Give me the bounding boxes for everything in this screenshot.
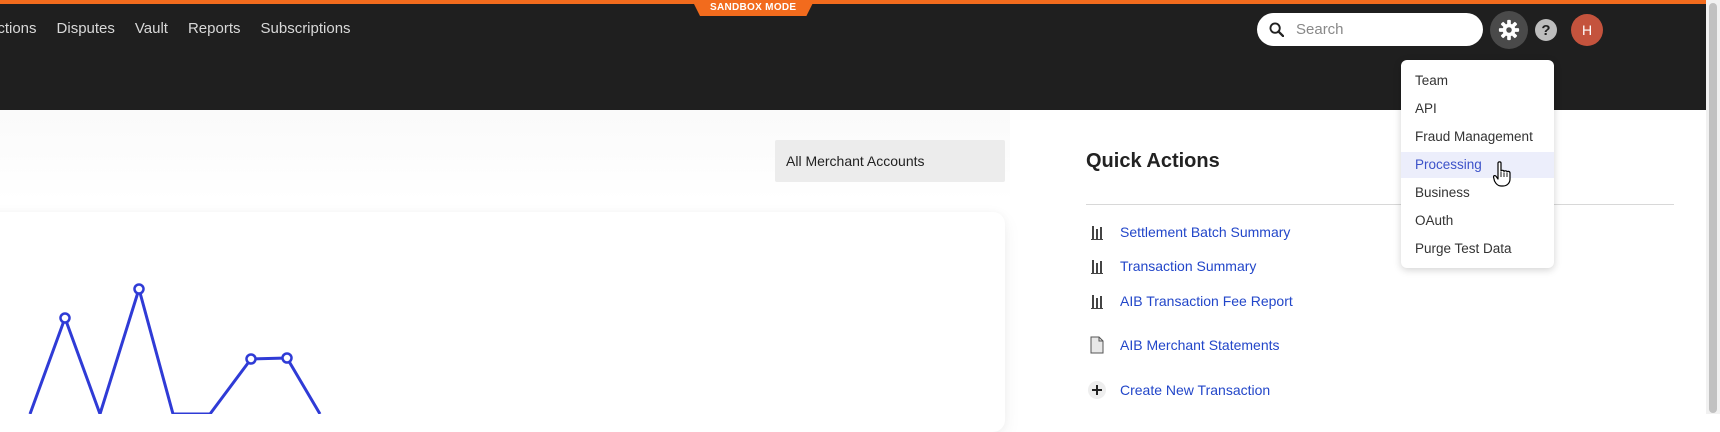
quick-actions-divider [1086,204,1674,205]
quick-action-label: Settlement Batch Summary [1120,224,1291,240]
plus-icon [1086,379,1108,401]
menu-item-oauth[interactable]: OAuth [1401,208,1554,234]
quick-action-label: AIB Transaction Fee Report [1120,293,1293,309]
chart-series-line [28,287,322,414]
document-icon [1086,334,1108,356]
quick-actions-title: Quick Actions [1086,150,1220,172]
quick-action-aib-merchant-statements[interactable]: AIB Merchant Statements [1086,334,1280,356]
chart-point [133,283,145,295]
user-avatar[interactable]: H [1571,14,1603,46]
main-nav: actions Disputes Vault Reports Subscript… [0,20,351,37]
nav-item-subscriptions[interactable]: Subscriptions [261,20,351,37]
chart-point [281,352,293,364]
search-icon [1269,22,1284,37]
vertical-scrollbar[interactable] [1706,0,1720,414]
menu-item-fraud-management[interactable]: Fraud Management [1401,124,1554,150]
quick-action-transaction-summary[interactable]: Transaction Summary [1086,255,1256,277]
report-icon [1086,221,1108,243]
chart-point [245,353,257,365]
menu-item-team[interactable]: Team [1401,68,1554,94]
quick-action-label: Transaction Summary [1120,258,1257,274]
nav-item-vault[interactable]: Vault [135,20,168,37]
transaction-line-chart [28,283,322,414]
quick-action-create-new-transaction[interactable]: Create New Transaction [1086,379,1270,401]
sandbox-accent-stripe [0,0,1706,4]
nav-item-disputes[interactable]: Disputes [57,20,115,37]
search-input[interactable] [1294,20,1468,39]
report-icon [1086,255,1108,277]
menu-item-business[interactable]: Business [1401,180,1554,206]
nav-item-transactions[interactable]: actions [0,20,37,37]
menu-item-api[interactable]: API [1401,96,1554,122]
sandbox-mode-badge: SANDBOX MODE [692,0,814,16]
settings-button[interactable] [1490,11,1528,49]
quick-action-label: Create New Transaction [1120,382,1271,398]
menu-item-processing[interactable]: Processing [1401,152,1554,178]
scrollbar-thumb[interactable] [1709,3,1717,413]
chart-point [59,312,71,324]
report-icon [1086,290,1108,312]
search-box[interactable] [1257,13,1483,46]
gear-icon [1498,19,1520,41]
quick-action-settlement-batch-summary[interactable]: Settlement Batch Summary [1086,221,1290,243]
settings-dropdown-menu: Team API Fraud Management Processing Bus… [1401,60,1554,268]
quick-action-label: AIB Merchant Statements [1120,337,1280,353]
menu-item-purge-test-data[interactable]: Purge Test Data [1401,236,1554,262]
merchant-account-select[interactable]: All Merchant Accounts [775,140,1005,182]
help-button[interactable]: ? [1535,19,1557,41]
hand-pointer-icon [1493,161,1511,187]
quick-action-aib-transaction-fee-report[interactable]: AIB Transaction Fee Report [1086,290,1293,312]
nav-item-reports[interactable]: Reports [188,20,241,37]
